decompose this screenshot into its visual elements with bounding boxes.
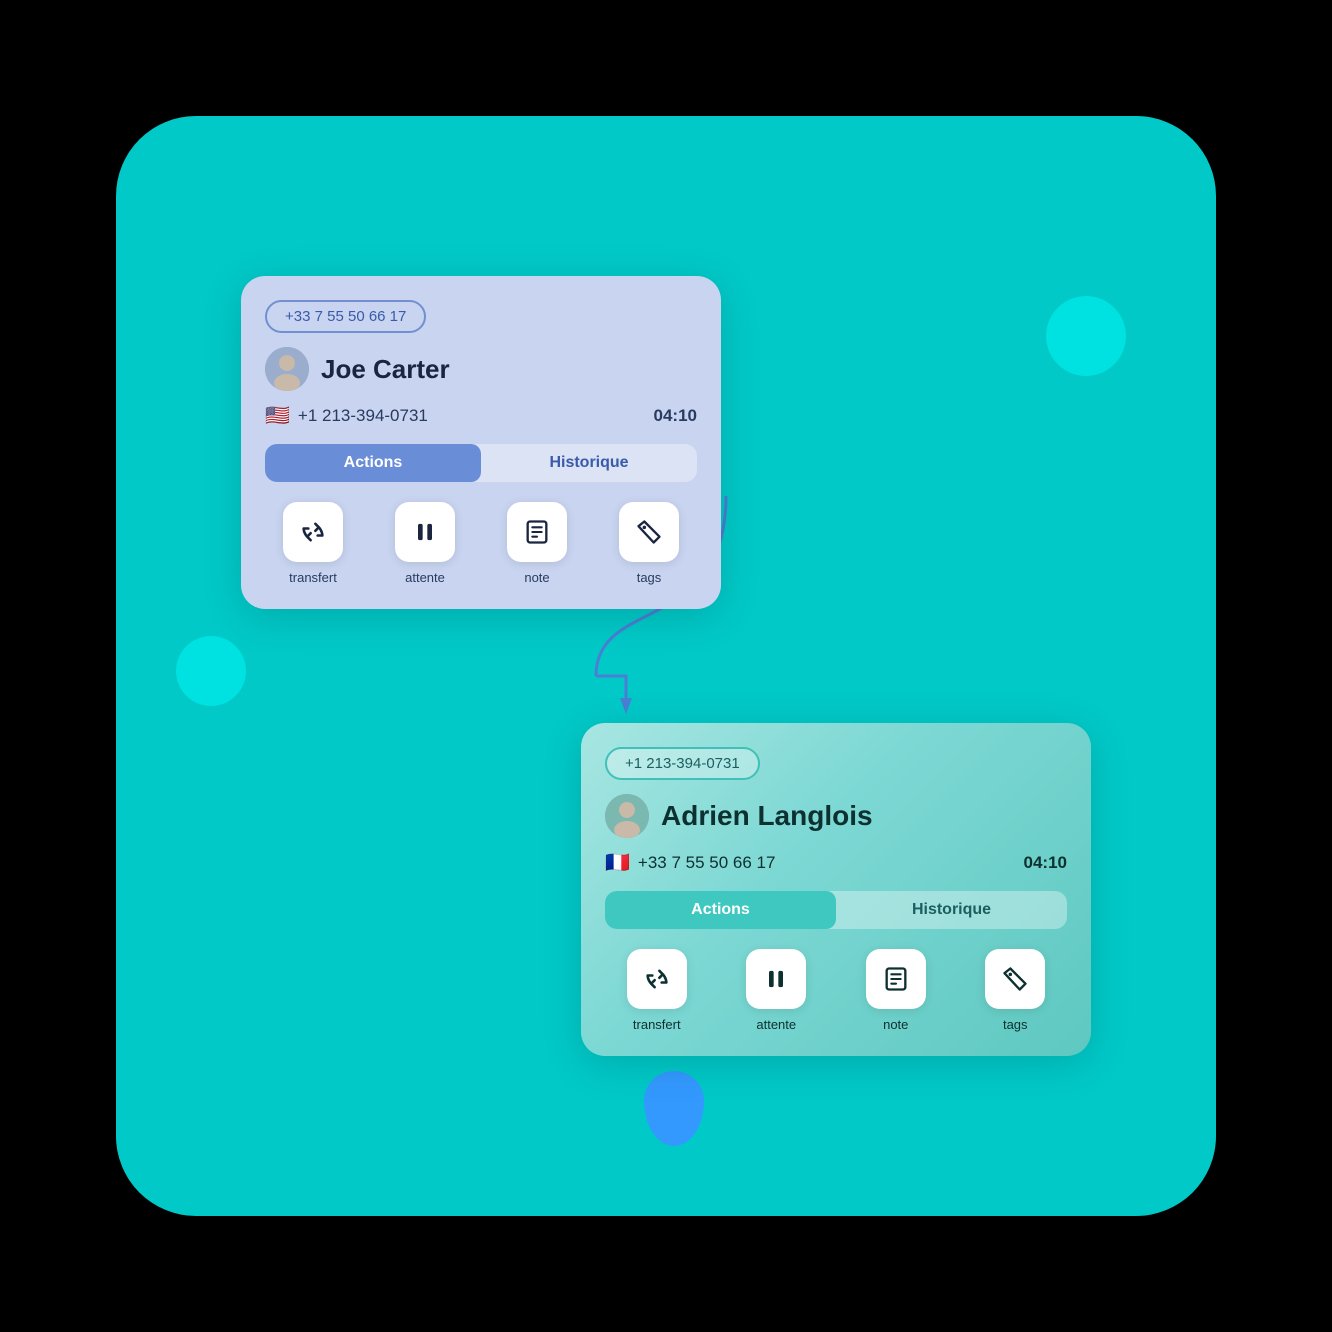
adrien-phone-number: +1 213-394-0731 <box>625 755 740 772</box>
joe-note-label: note <box>524 570 549 585</box>
joe-action-tags[interactable]: tags <box>619 502 679 585</box>
card-joe-carter: +33 7 55 50 66 17 Joe Carter 🇺🇸 +1 213-3… <box>241 276 721 609</box>
joe-call-number: +1 213-394-0731 <box>298 406 428 426</box>
joe-call-number-row: 🇺🇸 +1 213-394-0731 <box>265 403 428 428</box>
joe-avatar-svg <box>265 347 309 391</box>
adrien-action-transfert[interactable]: transfert <box>627 949 687 1032</box>
adrien-action-note[interactable]: note <box>866 949 926 1032</box>
joe-phone-number: +33 7 55 50 66 17 <box>285 308 406 325</box>
joe-note-icon <box>523 518 551 546</box>
adrien-note-icon <box>882 965 910 993</box>
joe-tags-icon <box>635 518 663 546</box>
adrien-call-number: +33 7 55 50 66 17 <box>638 853 776 873</box>
adrien-note-icon-wrap <box>866 949 926 1009</box>
joe-note-icon-wrap <box>507 502 567 562</box>
adrien-attente-icon-wrap <box>746 949 806 1009</box>
adrien-actions-row: transfert attente <box>605 949 1067 1032</box>
joe-tabs: Actions Historique <box>265 444 697 482</box>
adrien-name: Adrien Langlois <box>661 800 873 832</box>
adrien-call-info: 🇫🇷 +33 7 55 50 66 17 04:10 <box>605 850 1067 875</box>
card-adrien-langlois: +1 213-394-0731 Adrien Langlois 🇫🇷 +33 7… <box>581 723 1091 1056</box>
adrien-avatar-svg <box>605 794 649 838</box>
joe-phone-pill: +33 7 55 50 66 17 <box>265 300 426 333</box>
adrien-tags-icon <box>1001 965 1029 993</box>
joe-contact-row: Joe Carter <box>265 347 697 391</box>
adrien-flag: 🇫🇷 <box>605 850 630 875</box>
adrien-transfert-label: transfert <box>633 1017 681 1032</box>
adrien-call-number-row: 🇫🇷 +33 7 55 50 66 17 <box>605 850 775 875</box>
adrien-avatar <box>605 794 649 838</box>
adrien-action-attente[interactable]: attente <box>746 949 806 1032</box>
joe-flag: 🇺🇸 <box>265 403 290 428</box>
cards-area: +33 7 55 50 66 17 Joe Carter 🇺🇸 +1 213-3… <box>241 276 1091 1056</box>
adrien-tags-label: tags <box>1003 1017 1028 1032</box>
joe-transfert-label: transfert <box>289 570 337 585</box>
adrien-attente-label: attente <box>756 1017 796 1032</box>
adrien-contact-row: Adrien Langlois <box>605 794 1067 838</box>
joe-tab-actions[interactable]: Actions <box>265 444 481 482</box>
joe-name: Joe Carter <box>321 354 450 385</box>
adrien-action-tags[interactable]: tags <box>985 949 1045 1032</box>
adrien-tab-actions[interactable]: Actions <box>605 891 836 929</box>
joe-transfert-icon-wrap <box>283 502 343 562</box>
joe-actions-row: transfert attente <box>265 502 697 585</box>
adrien-attente-icon <box>762 965 790 993</box>
adrien-tags-icon-wrap <box>985 949 1045 1009</box>
adrien-note-label: note <box>883 1017 908 1032</box>
joe-timer: 04:10 <box>654 406 697 426</box>
joe-attente-icon-wrap <box>395 502 455 562</box>
outer-background: +33 7 55 50 66 17 Joe Carter 🇺🇸 +1 213-3… <box>116 116 1216 1216</box>
adrien-tab-historique[interactable]: Historique <box>836 891 1067 929</box>
joe-call-info: 🇺🇸 +1 213-394-0731 04:10 <box>265 403 697 428</box>
adrien-transfert-icon-wrap <box>627 949 687 1009</box>
joe-attente-label: attente <box>405 570 445 585</box>
joe-action-note[interactable]: note <box>507 502 567 585</box>
deco-drop-blue <box>644 1071 704 1146</box>
adrien-timer: 04:10 <box>1024 853 1067 873</box>
adrien-phone-pill: +1 213-394-0731 <box>605 747 760 780</box>
joe-attente-icon <box>411 518 439 546</box>
joe-avatar <box>265 347 309 391</box>
deco-circle-left <box>176 636 246 706</box>
joe-transfert-icon <box>299 518 327 546</box>
joe-action-attente[interactable]: attente <box>395 502 455 585</box>
adrien-transfert-icon <box>643 965 671 993</box>
joe-tab-historique[interactable]: Historique <box>481 444 697 482</box>
joe-tags-label: tags <box>637 570 662 585</box>
joe-tags-icon-wrap <box>619 502 679 562</box>
joe-action-transfert[interactable]: transfert <box>283 502 343 585</box>
adrien-tabs: Actions Historique <box>605 891 1067 929</box>
